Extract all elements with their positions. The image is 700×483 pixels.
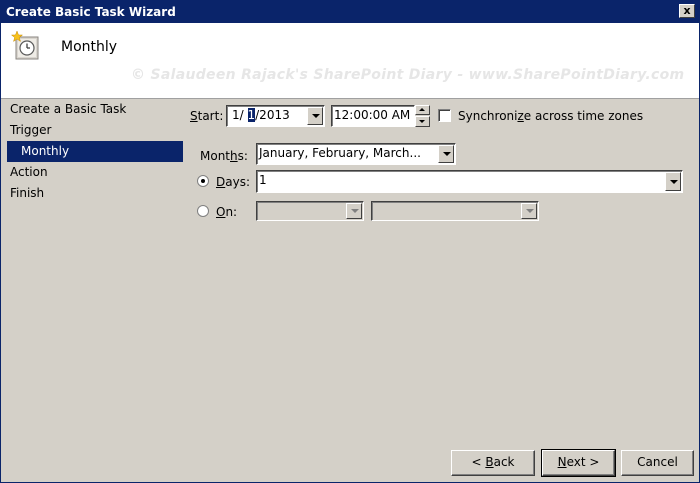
months-dropdown[interactable]: January, February, March... [256, 143, 456, 165]
back-button[interactable]: < Back [451, 450, 535, 476]
time-spinner[interactable] [415, 105, 430, 127]
days-dropdown[interactable]: 1 [256, 170, 683, 193]
nav-step-action[interactable]: Action [3, 162, 183, 183]
on-weekday-dropdown-button[interactable] [521, 203, 537, 219]
spin-down-button[interactable] [415, 116, 430, 127]
arrow-up-icon [419, 108, 425, 111]
date-dropdown-button[interactable] [307, 107, 323, 125]
clock-icon [11, 31, 39, 60]
window-title: Create Basic Task Wizard [6, 5, 176, 19]
start-date-value: 1/ 1/2013 [232, 108, 290, 122]
start-time-input[interactable]: 12:00:00 AM [331, 105, 415, 127]
cancel-button[interactable]: Cancel [621, 450, 694, 476]
on-label: On: [216, 205, 238, 219]
chevron-down-icon [526, 209, 534, 213]
days-dropdown-button[interactable] [665, 172, 681, 191]
sync-timezones-checkbox[interactable] [438, 109, 451, 122]
months-label: Months: [200, 149, 248, 163]
on-weekday-dropdown[interactable] [371, 201, 539, 221]
spin-up-button[interactable] [415, 105, 430, 115]
title-bar: Create Basic Task Wizard x [1, 1, 699, 23]
close-button[interactable]: x [679, 4, 695, 18]
nav-step-monthly[interactable]: Monthly [7, 141, 183, 162]
chevron-down-icon [312, 114, 320, 118]
on-week-dropdown[interactable] [256, 201, 364, 221]
close-icon: x [683, 4, 691, 17]
wizard-steps-nav: Create a Basic Task Trigger Monthly Acti… [3, 99, 183, 204]
chevron-down-icon [351, 209, 359, 213]
page-heading: Monthly [61, 39, 118, 55]
watermark-text: © Salaudeen Rajack's SharePoint Diary - … [131, 67, 685, 83]
days-radio[interactable] [197, 175, 209, 187]
wizard-header: Monthly © Salaudeen Rajack's SharePoint … [1, 23, 699, 99]
months-dropdown-button[interactable] [438, 145, 454, 163]
start-label: Start: [190, 109, 224, 123]
chevron-down-icon [443, 152, 451, 156]
nav-step-finish[interactable]: Finish [3, 183, 183, 204]
nav-step-create-basic-task[interactable]: Create a Basic Task [3, 99, 183, 120]
nav-step-trigger[interactable]: Trigger [3, 120, 183, 141]
days-label: Days: [216, 175, 250, 189]
on-radio[interactable] [197, 205, 209, 217]
wizard-window: Create Basic Task Wizard x Monthly © Sal… [0, 0, 700, 483]
sync-timezones-label: Synchronize across time zones [458, 109, 644, 123]
next-button[interactable]: Next > [541, 449, 616, 477]
on-week-dropdown-button[interactable] [346, 203, 362, 219]
chevron-down-icon [670, 179, 678, 184]
arrow-down-icon [419, 120, 425, 123]
start-date-picker[interactable]: 1/ 1/2013 [226, 105, 325, 127]
